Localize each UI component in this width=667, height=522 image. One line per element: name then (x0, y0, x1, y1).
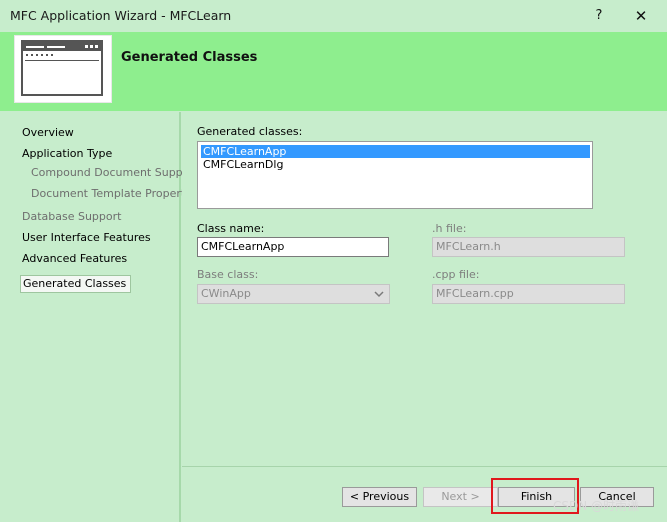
watermark: CSDN @时雨谦 (553, 499, 640, 513)
class-name-label: Class name: (197, 222, 265, 235)
generated-classes-list[interactable]: CMFCLearnApp CMFCLearnDlg (197, 141, 593, 209)
window-icon (21, 40, 103, 96)
window-icon-dots (26, 54, 53, 56)
nav-item-user-interface-features[interactable]: User Interface Features (22, 231, 151, 244)
list-item-cmfclearnapp[interactable]: CMFCLearnApp (201, 145, 590, 158)
list-item-cmfclearndlg[interactable]: CMFCLearnDlg (201, 158, 590, 171)
nav-item-overview[interactable]: Overview (22, 126, 74, 139)
next-button[interactable]: Next > (423, 487, 498, 507)
nav-item-advanced-features[interactable]: Advanced Features (22, 252, 127, 265)
nav-item-database-support[interactable]: Database Support (22, 210, 121, 223)
wizard-nav: Overview Application Type Compound Docum… (0, 112, 201, 522)
base-class-label: Base class: (197, 268, 259, 281)
window-title: MFC Application Wizard - MFCLearn (10, 8, 232, 23)
nav-item-application-type[interactable]: Application Type (22, 147, 112, 160)
h-file-field[interactable]: MFCLearn.h (432, 237, 625, 257)
chevron-down-icon[interactable] (373, 288, 385, 300)
generated-classes-label: Generated classes: (197, 125, 303, 138)
base-class-combobox[interactable]: CWinApp (197, 284, 390, 304)
help-button[interactable]: ? (588, 6, 610, 26)
window-icon-rule (25, 60, 99, 61)
page-title: Generated Classes (121, 50, 258, 65)
nav-item-compound-document-support[interactable]: Compound Document Support (31, 166, 198, 179)
title-bar[interactable]: MFC Application Wizard - MFCLearn ? ✕ (0, 0, 667, 32)
window-icon-titlebar (23, 42, 101, 51)
close-button[interactable]: ✕ (630, 6, 652, 26)
class-name-field[interactable]: CMFCLearnApp (197, 237, 389, 257)
nav-item-generated-classes[interactable]: Generated Classes (20, 275, 132, 293)
cpp-file-field[interactable]: MFCLearn.cpp (432, 284, 625, 304)
h-file-label: .h file: (432, 222, 467, 235)
wizard-logo (14, 35, 112, 103)
previous-button[interactable]: < Previous (342, 487, 417, 507)
nav-item-document-template-properties[interactable]: Document Template Properties (31, 187, 201, 200)
base-class-value: CWinApp (201, 287, 251, 300)
cpp-file-label: .cpp file: (432, 268, 480, 281)
window-icon-decoration (26, 45, 98, 51)
wizard-header: Generated Classes (0, 32, 667, 111)
